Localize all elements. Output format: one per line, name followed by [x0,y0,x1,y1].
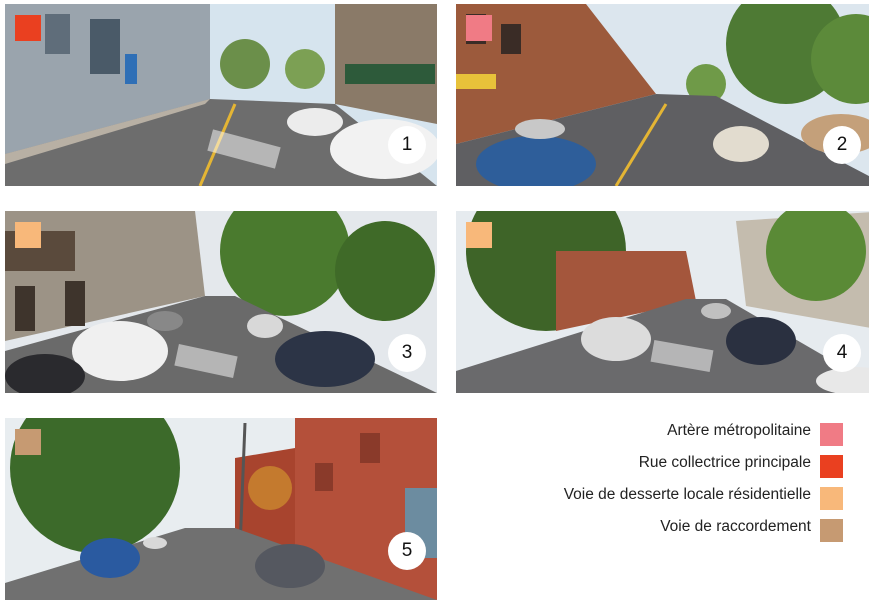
photo-number-badge: 3 [388,334,426,372]
legend-item-metropolitan: Artère métropolitaine [423,420,843,452]
photo-number-badge: 4 [823,334,861,372]
street-photo-3-image [5,211,437,393]
street-photo-3: 3 [5,211,437,393]
street-photo-4-image [456,211,869,393]
photo-number-badge: 5 [388,532,426,570]
category-swatch [15,222,41,248]
legend-swatch [820,519,843,542]
street-photo-2: 2 [456,4,869,186]
street-photo-5: 5 [5,418,437,600]
legend-label: Rue collectrice principale [638,454,811,471]
legend-label: Voie de raccordement [660,518,811,535]
legend-swatch [820,455,843,478]
category-swatch [15,15,41,41]
legend-item-collector: Rue collectrice principale [423,452,843,484]
street-photo-4: 4 [456,211,869,393]
photo-number-badge: 2 [823,126,861,164]
street-photo-5-image [5,418,437,600]
street-photo-1-image [5,4,437,186]
category-swatch [466,222,492,248]
legend-item-local: Voie de desserte locale résidentielle [423,484,843,516]
legend-swatch [820,487,843,510]
legend-label: Artère métropolitaine [667,422,811,439]
photo-number-badge: 1 [388,126,426,164]
street-photo-2-image [456,4,869,186]
legend-item-connector: Voie de raccordement [423,516,843,548]
street-photo-1: 1 [5,4,437,186]
category-swatch [15,429,41,455]
legend-label: Voie de desserte locale résidentielle [563,486,811,503]
legend-swatch [820,423,843,446]
category-swatch [466,15,492,41]
street-category-legend: Artère métropolitaine Rue collectrice pr… [423,420,843,548]
